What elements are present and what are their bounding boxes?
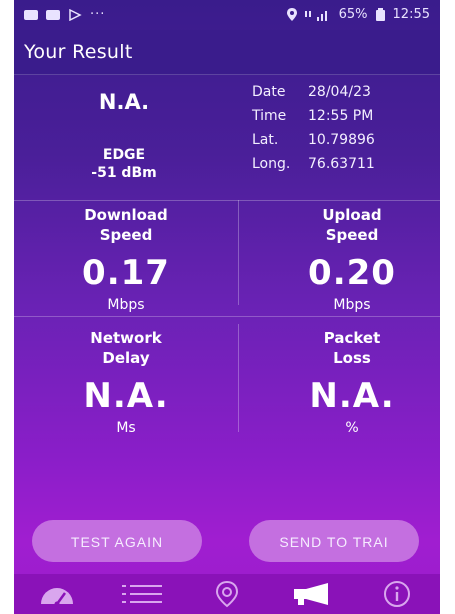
result-summary: N.A. EDGE -51 dBm Date 28/04/23 Time 12:…	[14, 74, 440, 201]
detail-label: Long.	[252, 156, 291, 172]
location-pin-icon	[215, 580, 238, 608]
megaphone-icon	[294, 583, 329, 605]
metric-title-line: Download	[84, 206, 168, 224]
send-to-trai-button[interactable]: SEND TO TRAI	[249, 520, 419, 562]
metric-title-line: Upload	[322, 206, 382, 224]
more-notifications: ···	[90, 7, 106, 22]
list-icon	[121, 585, 162, 603]
metric-title-line: Network	[90, 329, 162, 347]
detail-row-time: Time 12:55 PM	[252, 108, 375, 132]
status-right: 65% 12:55	[286, 7, 430, 22]
metric-title: Packet Loss	[252, 328, 440, 368]
status-time: 12:55	[392, 7, 430, 22]
divider	[238, 324, 239, 432]
upload-speed-card: Upload Speed 0.20 Mbps	[252, 205, 440, 313]
network-technology: EDGE -51 dBm	[64, 146, 184, 182]
network-delay-unit: Ms	[116, 420, 136, 436]
metric-title-line: Delay	[102, 349, 150, 367]
nav-speed-test[interactable]	[37, 578, 77, 610]
test-again-button[interactable]: TEST AGAIN	[32, 520, 202, 562]
network-delay-value: N.A.	[83, 376, 169, 416]
download-speed-card: Download Speed 0.17 Mbps	[26, 205, 226, 313]
metric-title: Upload Speed	[252, 205, 440, 245]
details-list: Date 28/04/23 Time 12:55 PM Lat. 10.7989…	[252, 84, 375, 180]
network-delay-card: Network Delay N.A. Ms	[26, 328, 226, 436]
metric-title-line: Loss	[333, 349, 371, 367]
info-icon	[384, 581, 411, 607]
page-title: Your Result	[24, 41, 133, 63]
nav-history[interactable]	[121, 578, 162, 610]
detail-row-longitude: Long. 76.63711	[252, 156, 375, 180]
technology-label: EDGE	[102, 147, 146, 163]
battery-icon	[375, 8, 385, 21]
speedometer-icon	[40, 588, 73, 606]
nav-feedback[interactable]	[292, 578, 332, 610]
upload-speed-value: 0.20	[308, 253, 396, 293]
app-screen: ··· 65% 12:55 Your Result N.A. EDGE -51 …	[14, 0, 440, 614]
packet-loss-unit: %	[345, 420, 359, 436]
battery-level: 65%	[338, 7, 368, 22]
nav-map[interactable]	[207, 578, 247, 610]
metric-title-line: Speed	[99, 226, 153, 244]
detail-row-latitude: Lat. 10.79896	[252, 132, 375, 156]
status-bar: ··· 65% 12:55	[14, 0, 440, 30]
image-icon	[46, 9, 60, 20]
divider	[238, 200, 239, 305]
nav-info[interactable]	[377, 578, 417, 610]
signal-icon	[304, 10, 327, 21]
detail-label: Lat.	[252, 132, 279, 148]
detail-label: Time	[252, 108, 287, 124]
upload-speed-unit: Mbps	[333, 297, 371, 313]
packet-loss-value: N.A.	[309, 376, 395, 416]
media-icon	[69, 8, 82, 21]
metric-title-line: Speed	[325, 226, 379, 244]
bottom-navigation	[14, 574, 440, 614]
detail-value: 28/04/23	[308, 84, 371, 100]
status-left: ···	[24, 7, 105, 22]
packet-loss-card: Packet Loss N.A. %	[252, 328, 440, 436]
detail-value: 12:55 PM	[308, 108, 374, 124]
app-bar: Your Result	[14, 30, 440, 75]
download-speed-value: 0.17	[82, 253, 170, 293]
location-icon	[286, 8, 297, 21]
metric-title: Download Speed	[26, 205, 226, 245]
download-speed-unit: Mbps	[107, 297, 145, 313]
metric-title: Network Delay	[26, 328, 226, 368]
divider	[14, 316, 440, 317]
detail-value: 76.63711	[308, 156, 375, 172]
detail-label: Date	[252, 84, 286, 100]
network-result: N.A.	[98, 90, 150, 114]
detail-value: 10.79896	[308, 132, 375, 148]
signal-strength: -51 dBm	[91, 165, 157, 181]
chat-icon	[24, 9, 38, 20]
detail-row-date: Date 28/04/23	[252, 84, 375, 108]
metric-title-line: Packet	[323, 329, 381, 347]
